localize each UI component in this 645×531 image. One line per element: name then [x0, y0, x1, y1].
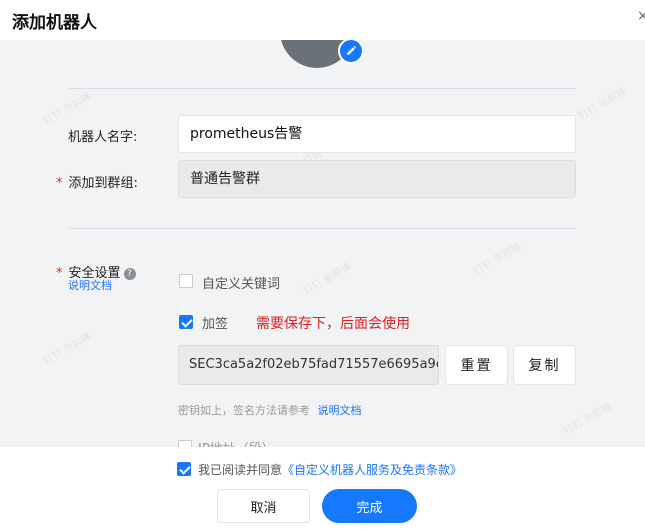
- required-mark: *: [56, 266, 63, 281]
- name-label: 机器人名字:: [68, 130, 138, 145]
- question-icon[interactable]: ?: [123, 268, 136, 280]
- security-doc-link[interactable]: 说明文档: [68, 277, 112, 293]
- watermark: 钉钉 张前锋: [41, 331, 94, 368]
- required-mark: *: [56, 176, 63, 191]
- edit-avatar-button[interactable]: [338, 40, 364, 64]
- sign-note: 需要保存下，后面会使用: [256, 316, 410, 332]
- group-label: 添加到群组:: [68, 176, 138, 191]
- watermark: 钉钉 张前锋: [301, 261, 354, 298]
- agree-checkbox[interactable]: [177, 462, 191, 476]
- cancel-button[interactable]: 取消: [217, 489, 310, 523]
- ip-checkbox[interactable]: [178, 440, 192, 447]
- divider: [68, 88, 576, 89]
- secret-hint: 密钥如上，签名方法请参考 说明文档: [178, 402, 362, 418]
- watermark: 钉钉 张前锋: [471, 241, 524, 278]
- keyword-label: 自定义关键词: [202, 277, 281, 292]
- ip-label: IP地址（段）: [198, 438, 275, 447]
- reset-button[interactable]: 重置: [445, 345, 508, 385]
- group-field: 普通告警群: [178, 160, 576, 198]
- robot-name-input[interactable]: prometheus告警: [178, 115, 576, 153]
- watermark: 钉钉 张前锋: [561, 401, 614, 438]
- agree-row: 我已阅读并同意《自定义机器人服务及免责条款》: [198, 461, 462, 478]
- watermark: 钉钉 张前锋: [41, 91, 94, 128]
- done-button[interactable]: 完成: [322, 489, 417, 523]
- watermark: 钉钉 张前锋: [576, 86, 629, 123]
- close-icon[interactable]: ×: [637, 8, 645, 26]
- secret-hint-link[interactable]: 说明文档: [318, 404, 362, 417]
- keyword-checkbox[interactable]: [179, 274, 193, 288]
- terms-link[interactable]: 《自定义机器人服务及免责条款》: [282, 463, 462, 477]
- sign-checkbox[interactable]: [179, 315, 193, 329]
- copy-button[interactable]: 复制: [513, 345, 576, 385]
- sign-label: 加签: [202, 317, 229, 332]
- divider: [68, 228, 576, 229]
- secret-hint-text: 密钥如上，签名方法请参考: [178, 404, 310, 417]
- pencil-icon: [347, 45, 357, 55]
- group-label-row: * 添加到群组:: [56, 172, 138, 191]
- dialog-title: 添加机器人: [12, 13, 97, 33]
- dialog-content: 钉钉 张前锋 钉钉 张前锋 钉钉 张前锋 钉钉 张前锋 钉钉 张前锋 钉钉 张前…: [0, 40, 645, 447]
- dialog-header: 添加机器人 ×: [0, 0, 645, 40]
- secret-field[interactable]: SEC3ca5a2f02eb75fad71557e6695a9cb: [178, 345, 439, 385]
- dialog-footer: 我已阅读并同意《自定义机器人服务及免责条款》 取消 完成: [0, 447, 645, 531]
- agree-text: 我已阅读并同意: [198, 463, 283, 477]
